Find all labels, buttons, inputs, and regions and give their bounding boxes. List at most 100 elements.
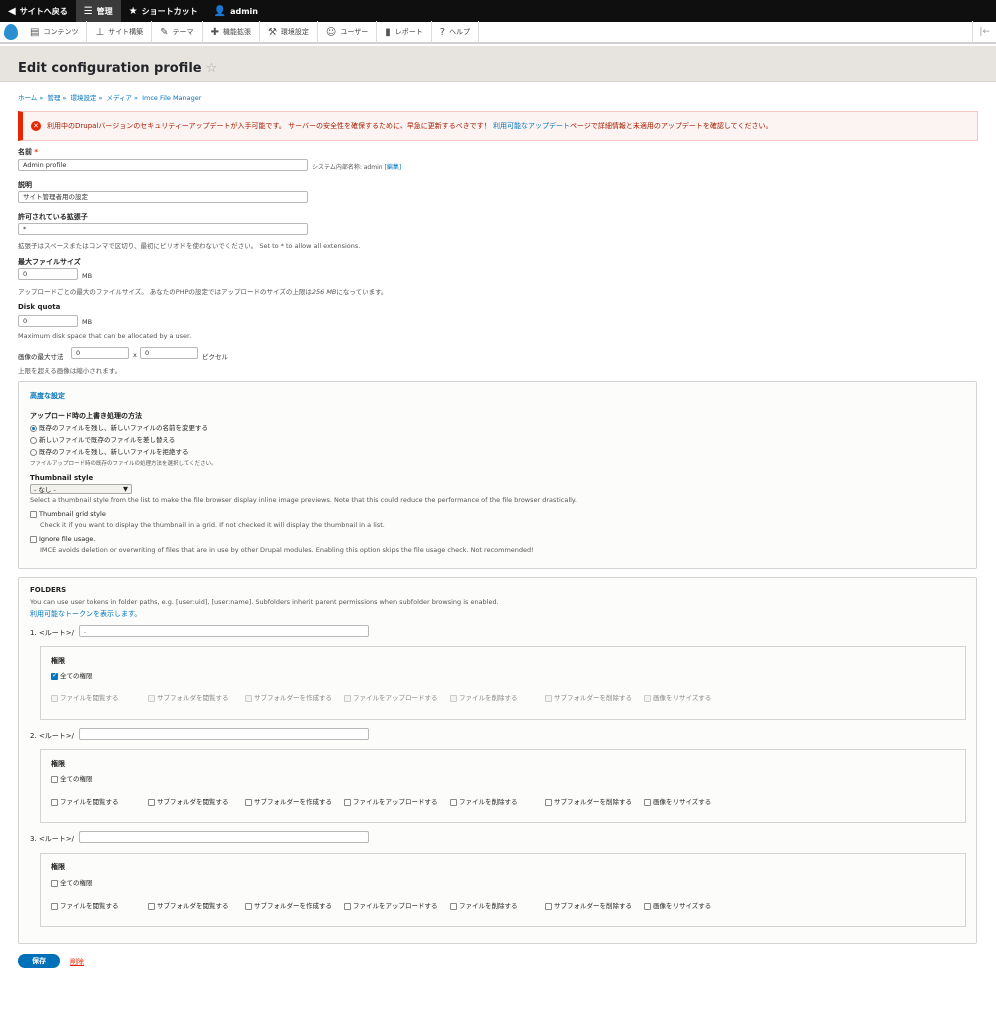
folder-3-all-perms[interactable]: 全ての権限 <box>51 877 93 887</box>
folder-2-perm-browse-subfolders[interactable]: サブフォルダを閲覧する <box>148 796 229 806</box>
folder-3-perm-title: 権限 <box>51 863 65 871</box>
tray-item-appearance[interactable]: ✎ テーマ <box>152 21 203 43</box>
thumbnail-style-help: Select a thumbnail style from the list t… <box>30 496 577 504</box>
replace-option-replace[interactable]: 新しいファイルで既存のファイルを差し替える <box>30 434 175 444</box>
replace-label: アップロード時の上書き処理の方法 <box>30 412 142 420</box>
folder-1-perm-title: 権限 <box>51 657 65 665</box>
checkbox-checked-icon <box>51 671 58 680</box>
folder-2-perm-upload[interactable]: ファイルをアップロードする <box>344 796 438 806</box>
checkbox-icon <box>30 535 37 543</box>
folder-2-label: 2. <ルート>/ <box>30 732 75 740</box>
thumbnail-grid-checkbox[interactable]: Thumbnail grid style <box>30 510 106 518</box>
tray-item-reports[interactable]: ▮ レポート <box>377 21 432 43</box>
folder-2-permissions <box>40 749 966 823</box>
available-updates-link[interactable]: 利用可能なアップデート <box>493 122 570 130</box>
replace-option-error[interactable]: 既存のファイルを残し、新しいファイルを拒絶する <box>30 446 189 456</box>
help-icon: ? <box>439 26 446 38</box>
back-to-site-link[interactable]: ◀ サイトへ戻る <box>0 0 76 22</box>
folder-1-perm-resize: 画像をリサイズする <box>644 692 711 702</box>
dimensions-label: 画像の最大寸法 <box>18 353 64 361</box>
ignore-usage-help: IMCE avoids deletion or overwriting of f… <box>40 546 534 554</box>
breadcrumb-home[interactable]: ホーム <box>18 94 37 102</box>
folder-3-perm-browse-files[interactable]: ファイルを閲覧する <box>51 900 119 910</box>
quota-label: Disk quota <box>18 303 61 311</box>
breadcrumb-media[interactable]: メディア <box>107 94 133 102</box>
maxsize-unit: MB <box>82 272 93 280</box>
folder-2-perm-create-subfolders[interactable]: サブフォルダーを作成する <box>245 796 332 806</box>
bar-chart-icon: ▮ <box>385 26 391 38</box>
advanced-settings-summary[interactable]: 高度な設定 <box>30 391 65 401</box>
tray-item-config[interactable]: ⚒ 環境設定 <box>260 21 318 43</box>
folder-2-path-input[interactable] <box>79 728 369 740</box>
dimension-width-input[interactable]: 0 <box>71 347 129 359</box>
folder-3-perm-delete-files[interactable]: ファイルを削除する <box>450 900 518 910</box>
thumbnail-grid-help: Check it if you want to display the thum… <box>40 521 385 529</box>
folder-3-perm-delete-subfolders[interactable]: サブフォルダーを削除する <box>545 900 632 910</box>
page-title: Edit configuration profile ☆ <box>18 61 218 76</box>
delete-link[interactable]: 削除 <box>70 957 84 967</box>
breadcrumb-admin[interactable]: 管理 <box>47 94 60 102</box>
checkbox-icon <box>51 775 58 783</box>
user-icon: 👤 <box>213 5 227 17</box>
people-icon: ☺ <box>325 26 337 38</box>
folder-2-perm-delete-files[interactable]: ファイルを削除する <box>450 796 518 806</box>
folder-2-perm-delete-subfolders[interactable]: サブフォルダーを削除する <box>545 796 632 806</box>
tray-item-content[interactable]: ▤ コンテンツ <box>22 21 88 43</box>
manage-menu[interactable]: ☰ 管理 <box>75 0 121 22</box>
tray-item-structure[interactable]: ⊥ サイト構築 <box>87 21 153 43</box>
sitemap-icon: ⊥ <box>95 26 105 38</box>
folder-1-label: 1. <ルート>/ <box>30 629 75 637</box>
maxsize-input[interactable]: 0 <box>18 268 78 280</box>
shortcuts-menu[interactable]: ★ ショートカット <box>121 0 206 22</box>
tray-item-extend[interactable]: ✚ 機能拡張 <box>203 21 260 43</box>
folder-2-perm-resize[interactable]: 画像をリサイズする <box>644 796 711 806</box>
name-input[interactable]: Admin profile <box>18 159 308 171</box>
tray-item-help[interactable]: ? ヘルプ <box>432 21 480 43</box>
dimension-unit: ピクセル <box>202 353 228 361</box>
star-icon: ★ <box>128 5 138 17</box>
replace-option-rename[interactable]: 既存のファイルを残し、新しいファイルの名前を変更する <box>30 422 208 432</box>
folder-3-perm-create-subfolders[interactable]: サブフォルダーを作成する <box>245 900 332 910</box>
error-icon: ✕ <box>31 121 41 131</box>
folder-2-perm-title: 権限 <box>51 760 65 768</box>
checkbox-icon <box>30 510 37 518</box>
ignore-usage-checkbox[interactable]: Ignore file usage. <box>30 535 95 543</box>
quota-input[interactable]: 0 <box>18 315 78 327</box>
description-input[interactable]: サイト管理者用の設定 <box>18 191 308 203</box>
folder-1-perm-upload: ファイルをアップロードする <box>344 692 438 702</box>
extensions-label: 許可されている拡張子 <box>18 213 88 221</box>
folder-3-perm-browse-subfolders[interactable]: サブフォルダを閲覧する <box>148 900 229 910</box>
admin-tray: ▤ コンテンツ ⊥ サイト構築 ✎ テーマ ✚ 機能拡張 ⚒ 環境設定 ☺ ユーザー ▮ レポ… <box>0 21 996 44</box>
extensions-input[interactable]: * <box>18 223 308 235</box>
folder-3-perm-upload[interactable]: ファイルをアップロードする <box>344 900 438 910</box>
folder-1-all-perms[interactable]: 全ての権限 <box>51 670 93 680</box>
breadcrumb-config[interactable]: 環境設定 <box>70 94 96 102</box>
folder-1-perm-delete-subfolders: サブフォルダーを削除する <box>545 692 632 702</box>
maxsize-label: 最大ファイルサイズ <box>18 258 81 266</box>
drupal-logo-icon[interactable] <box>0 21 22 43</box>
user-menu[interactable]: 👤 admin <box>206 0 266 22</box>
folder-3-perm-resize[interactable]: 画像をリサイズする <box>644 900 711 910</box>
paintbrush-icon: ✎ <box>160 26 169 38</box>
tray-orientation-toggle-icon[interactable]: |← <box>972 21 996 43</box>
folder-1-path-input[interactable]: . <box>79 625 369 637</box>
thumbnail-style-select[interactable]: - なし - ▼ <box>30 484 132 494</box>
dimension-height-input[interactable]: 0 <box>140 347 198 359</box>
folder-2-perm-browse-files[interactable]: ファイルを閲覧する <box>51 796 119 806</box>
breadcrumb-imce[interactable]: Imce File Manager <box>142 94 201 102</box>
token-browser-link[interactable]: 利用可能なトークンを表示します。 <box>30 609 141 619</box>
folder-1-perm-browse-files: ファイルを閲覧する <box>51 692 119 702</box>
radio-icon <box>30 436 37 444</box>
machine-name-edit-link[interactable]: [編集] <box>384 164 401 171</box>
name-label: 名前 * <box>18 148 39 156</box>
folder-3-path-input[interactable] <box>79 831 369 843</box>
folder-1-perm-browse-subfolders: サブフォルダを閲覧する <box>148 692 229 702</box>
checkbox-icon <box>51 879 58 887</box>
folder-2-all-perms[interactable]: 全ての権限 <box>51 773 93 783</box>
dimension-x: x <box>133 351 137 359</box>
extensions-help: 拡張子はスペースまたはコンマで区切り、最初にピリオドを使わないでください。 Se… <box>18 242 361 250</box>
shortcut-star-icon[interactable]: ☆ <box>206 61 218 76</box>
admin-toolbar: ◀ サイトへ戻る ☰ 管理 ★ ショートカット 👤 admin <box>0 0 996 22</box>
save-button[interactable]: 保存 <box>18 954 60 968</box>
tray-item-people[interactable]: ☺ ユーザー <box>318 21 378 43</box>
